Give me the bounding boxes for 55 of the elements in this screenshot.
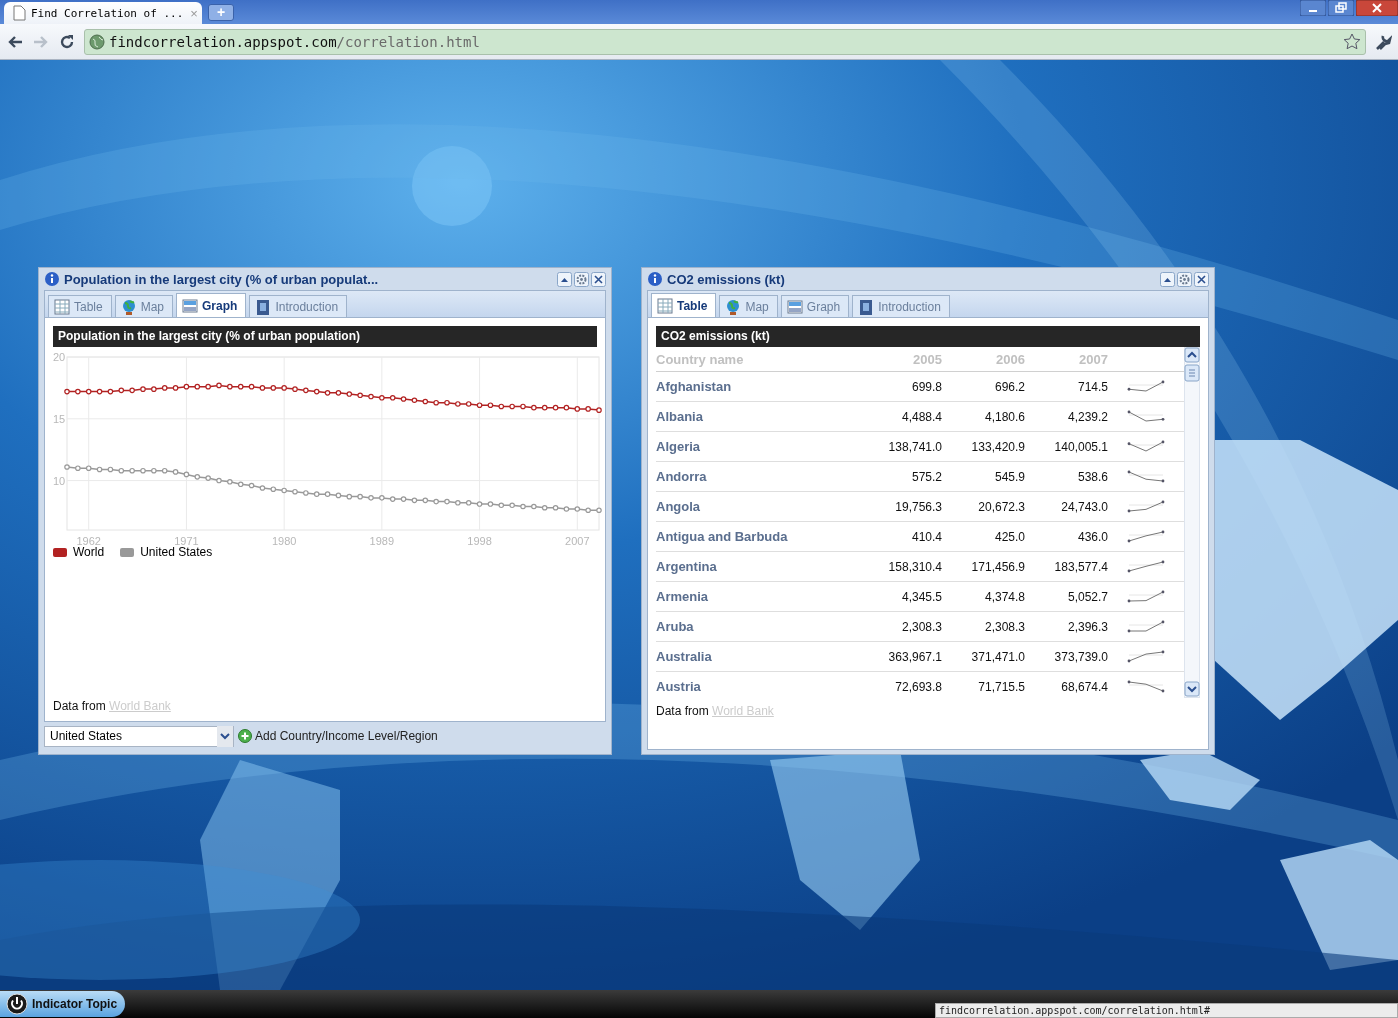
table-cell-text: 4,374.8	[983, 589, 1025, 604]
table-cell-text: 363,967.1	[887, 649, 942, 664]
table-cell-text: 140,005.1	[1053, 439, 1108, 454]
table-cell-text: 436.0	[1076, 529, 1108, 544]
column-header: Country name	[656, 351, 745, 367]
axis-tick-label: 1962	[76, 535, 101, 547]
legend-label: World	[73, 545, 105, 559]
table-cell-text: 538.6	[1076, 469, 1108, 484]
table-cell-text: 20,672.3	[977, 499, 1025, 514]
axis-tick-label: 15	[53, 412, 66, 425]
panel-title: CO2 emissions (kt)	[667, 271, 786, 287]
table-cell-text: 373,739.0	[1053, 649, 1108, 664]
table-cell-text: 4,345.5	[900, 589, 942, 604]
axis-tick-label: 1998	[467, 535, 492, 547]
url-text: findcorrelation.appspot.com/correlation.html	[109, 33, 481, 50]
table-cell-text: 410.4	[910, 529, 942, 544]
table-cell-text: 19,756.3	[894, 499, 942, 514]
table-cell-text: 138,741.0	[887, 439, 942, 454]
column-header: 2007	[1078, 351, 1108, 367]
table-cell-text: 714.5	[1076, 379, 1108, 394]
table-title: CO2 emissions (kt)	[656, 326, 1200, 347]
table-cell-text: 425.0	[993, 529, 1025, 544]
table-cell-text: 68,674.4	[1060, 679, 1108, 694]
panel-title: Population in the largest city (% of urban populat...	[64, 271, 380, 287]
table-cell-text: 171,456.9	[970, 559, 1025, 574]
axis-tick-label: 1971	[174, 535, 199, 547]
table-cell-text: 371,471.0	[970, 649, 1025, 664]
table-cell-text: 5,052.7	[1066, 589, 1108, 604]
table-cell-text: 699.8	[910, 379, 942, 394]
table-cell-text: 183,577.4	[1053, 559, 1108, 574]
axis-tick-label: 1989	[369, 535, 395, 547]
table-cell-text: 2,396.3	[1066, 619, 1108, 634]
table-cell-text: 4,180.6	[983, 409, 1025, 424]
table-cell-text: 24,743.0	[1060, 499, 1108, 514]
tab-title: Find Correlation of ...	[31, 6, 184, 20]
axis-tick-label: 2007	[565, 535, 590, 547]
table-cell-text: 4,488.4	[900, 409, 942, 424]
axis-tick-label: 1980	[271, 535, 297, 547]
table-cell-text: 72,693.8	[894, 679, 942, 694]
table-cell-text: 696.2	[993, 379, 1025, 394]
column-header: 2005	[912, 351, 942, 367]
table-cell-text: 575.2	[910, 469, 942, 484]
column-header: 2006	[995, 351, 1025, 367]
table-cell-text: 545.9	[993, 469, 1025, 484]
chart-title: Population in the largest city (% of urban population)	[53, 326, 597, 347]
table-cell-text: 4,239.2	[1066, 409, 1108, 424]
legend-label: United States	[140, 545, 213, 559]
table-cell-text: 2,308.3	[900, 619, 942, 634]
status-url: findcorrelation.appspot.com/correlation.html#	[935, 1003, 1398, 1018]
table-cell-text: 133,420.9	[970, 439, 1025, 454]
axis-tick-label: 10	[53, 474, 66, 487]
table-cell-text: 2,308.3	[983, 619, 1025, 634]
axis-tick-label: 20	[53, 351, 66, 363]
table-cell-text: 71,715.5	[977, 679, 1025, 694]
table-cell-text: 158,310.4	[887, 559, 942, 574]
